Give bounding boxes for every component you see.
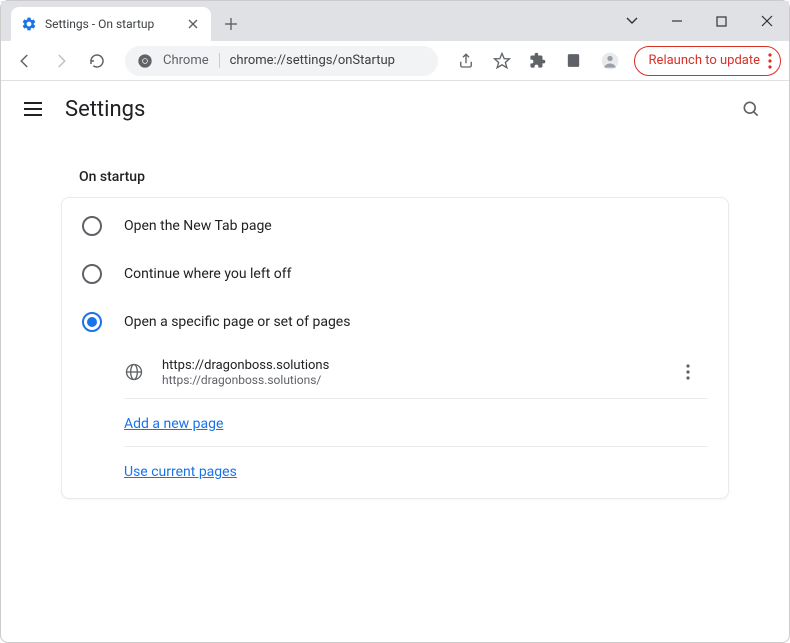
radio-icon — [82, 312, 102, 332]
startup-card: Open the New Tab page Continue where you… — [61, 197, 729, 499]
address-bar[interactable]: Chrome chrome://settings/onStartup — [125, 46, 438, 76]
relaunch-button[interactable]: Relaunch to update — [634, 46, 781, 76]
row-more-icon[interactable] — [672, 356, 704, 388]
search-icon[interactable] — [733, 91, 769, 127]
chrome-icon — [137, 53, 153, 69]
bookmark-icon[interactable] — [486, 45, 518, 77]
maximize-button[interactable] — [699, 1, 744, 41]
add-new-page-link[interactable]: Add a new page — [124, 416, 223, 432]
close-button[interactable] — [744, 1, 789, 41]
globe-icon — [124, 362, 144, 382]
omnibox-url: chrome://settings/onStartup — [230, 53, 395, 68]
radio-icon — [82, 264, 102, 284]
startup-page-row: https://dragonboss.solutions https://dra… — [124, 346, 708, 398]
option-specific-pages[interactable]: Open a specific page or set of pages — [62, 298, 728, 346]
option-continue[interactable]: Continue where you left off — [62, 250, 728, 298]
option-new-tab[interactable]: Open the New Tab page — [62, 202, 728, 250]
gear-icon — [21, 16, 37, 32]
page-texts: https://dragonboss.solutions https://dra… — [162, 358, 654, 387]
minimize-button[interactable] — [654, 1, 699, 41]
share-icon[interactable] — [450, 45, 482, 77]
settings-header: Settings — [1, 81, 789, 137]
use-current-row: Use current pages — [124, 447, 708, 494]
option-label: Open the New Tab page — [124, 218, 272, 234]
new-tab-button[interactable] — [217, 10, 245, 38]
profile-icon[interactable] — [594, 45, 626, 77]
window-controls — [609, 1, 789, 41]
relaunch-label: Relaunch to update — [649, 53, 760, 68]
omnibox-prefix: Chrome — [163, 53, 220, 68]
browser-tab[interactable]: Settings - On startup — [11, 7, 211, 41]
back-button[interactable] — [9, 45, 41, 77]
option-label: Open a specific page or set of pages — [124, 314, 350, 330]
more-icon — [768, 53, 772, 69]
option-label: Continue where you left off — [124, 266, 292, 282]
startup-page-title: https://dragonboss.solutions — [162, 358, 654, 373]
reload-button[interactable] — [81, 45, 113, 77]
use-current-pages-link[interactable]: Use current pages — [124, 464, 237, 480]
startup-page-url: https://dragonboss.solutions/ — [162, 373, 654, 387]
section-title: On startup — [79, 169, 711, 185]
reading-list-icon[interactable] — [558, 45, 590, 77]
close-icon[interactable] — [185, 16, 201, 32]
extensions-icon[interactable] — [522, 45, 554, 77]
window-titlebar: Settings - On startup — [1, 1, 789, 41]
tab-title: Settings - On startup — [45, 17, 177, 31]
browser-toolbar: Chrome chrome://settings/onStartup Relau… — [1, 41, 789, 81]
settings-content: On startup Open the New Tab page Continu… — [1, 137, 789, 519]
startup-pages: https://dragonboss.solutions https://dra… — [62, 346, 728, 494]
radio-icon — [82, 216, 102, 236]
page-title: Settings — [65, 97, 145, 122]
forward-button[interactable] — [45, 45, 77, 77]
chevron-down-icon[interactable] — [609, 1, 654, 41]
menu-icon[interactable] — [21, 97, 45, 121]
add-page-row: Add a new page — [124, 399, 708, 446]
